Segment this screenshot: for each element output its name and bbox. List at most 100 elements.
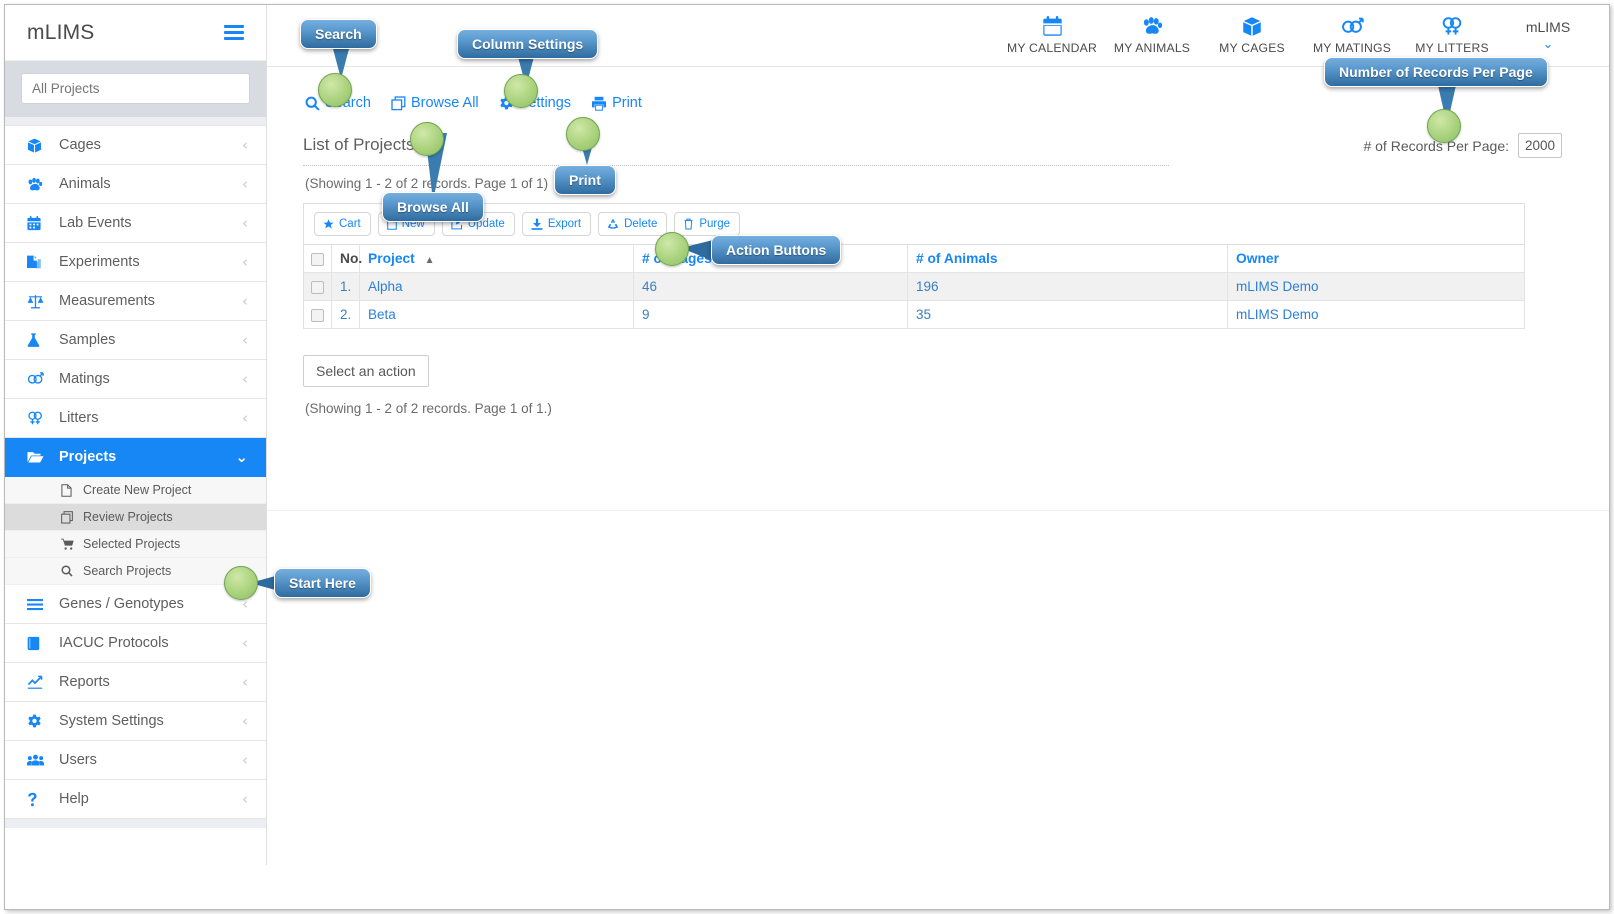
records-per-page-input[interactable]: [1518, 133, 1562, 158]
sidebar-strip: [5, 117, 266, 125]
sidebar-item-users[interactable]: Users ‹: [5, 741, 266, 780]
row-owner-link[interactable]: mLIMS Demo: [1227, 272, 1525, 301]
row-animals-link[interactable]: 196: [907, 272, 1228, 301]
sidebar-item-matings[interactable]: Matings ‹: [5, 360, 266, 399]
sidebar-item-animals[interactable]: Animals ‹: [5, 165, 266, 204]
sidebar-item-iacuc-protocols[interactable]: IACUC Protocols ‹: [5, 624, 266, 663]
toolbar-browse-all-label: Browse All: [410, 95, 479, 111]
chevron-down-icon: ⌄: [1542, 36, 1554, 51]
sidebar-subitem-label: Search Projects: [83, 564, 172, 578]
sidebar-nav: Cages ‹ Animals ‹ Lab Events ‹ Experimen…: [5, 125, 266, 819]
sidebar-subitem-label: Review Projects: [83, 510, 173, 524]
toolbar-browse-all-link[interactable]: Browse All: [391, 95, 479, 111]
chevron-left-icon: ‹: [242, 672, 248, 691]
search-icon: [305, 96, 320, 111]
chevron-left-icon: ‹: [242, 711, 248, 730]
toolbar-print-link[interactable]: Print: [591, 95, 642, 111]
copy-icon: [391, 95, 406, 111]
sidebar-item-label: Users: [59, 752, 97, 768]
toolbar-print-label: Print: [612, 95, 642, 111]
venus-double-icon: [27, 410, 51, 426]
action-button-label: Delete: [624, 218, 658, 230]
flask-doc-icon: [27, 254, 51, 270]
row-cages-link[interactable]: 46: [633, 272, 908, 301]
sidebar-item-reports[interactable]: Reports ‹: [5, 663, 266, 702]
chevron-down-icon: ⌄: [235, 447, 248, 466]
chevron-left-icon: ‹: [242, 291, 248, 310]
sidebar-item-samples[interactable]: Samples ‹: [5, 321, 266, 360]
select-all-checkbox[interactable]: [311, 252, 324, 266]
callout-action-buttons: Action Buttons: [711, 235, 842, 265]
showing-summary-bottom: (Showing 1 - 2 of 2 records. Page 1 of 1…: [305, 401, 552, 416]
row-checkbox[interactable]: [311, 308, 324, 322]
cart-button[interactable]: Cart: [314, 212, 371, 236]
callout-start-here: Start Here: [274, 568, 371, 598]
sidebar-subitem-label: Selected Projects: [83, 537, 181, 551]
select-action-dropdown[interactable]: Select an action: [303, 355, 429, 387]
export-button[interactable]: Export: [521, 212, 592, 236]
sidebar-item-label: Samples: [59, 332, 116, 348]
callout-print: Print: [554, 165, 616, 195]
sidebar-subitem-selected-projects[interactable]: Selected Projects: [5, 531, 266, 558]
search-icon: [61, 565, 81, 577]
table-row[interactable]: 1. Alpha 46 196 mLIMS Demo: [303, 272, 1525, 301]
topnav-item-label: MY CALENDAR: [1006, 41, 1098, 55]
sidebar-item-help[interactable]: Help ‹: [5, 780, 266, 819]
callout-dot-action-buttons: [655, 232, 689, 266]
sidebar: mLIMS Cages ‹ Animals ‹ Lab Events ‹: [5, 5, 267, 865]
row-select-cell: [303, 272, 332, 301]
user-menu[interactable]: mLIMS ⌄: [1502, 5, 1594, 52]
sidebar-item-system-settings[interactable]: System Settings ‹: [5, 702, 266, 741]
column-header-label: Project: [368, 251, 415, 266]
records-per-page-group: # of Records Per Page:: [1363, 133, 1562, 158]
search-input[interactable]: [21, 73, 250, 104]
callout-search: Search: [300, 19, 377, 49]
sidebar-item-lab-events[interactable]: Lab Events ‹: [5, 204, 266, 243]
row-cages-link[interactable]: 9: [633, 300, 908, 329]
sidebar-item-label: IACUC Protocols: [59, 635, 169, 651]
purge-button[interactable]: Purge: [674, 212, 741, 236]
topnav-item-label: MY ANIMALS: [1113, 41, 1191, 55]
row-checkbox[interactable]: [311, 280, 324, 294]
sidebar-item-label: Litters: [59, 410, 99, 426]
delete-button[interactable]: Delete: [598, 212, 668, 236]
row-project-link[interactable]: Alpha: [359, 272, 634, 301]
topnav-item-my-litters[interactable]: MY LITTERS: [1402, 5, 1502, 55]
topnav-item-my-cages[interactable]: MY CAGES: [1202, 5, 1302, 55]
row-select-cell: [303, 300, 332, 329]
column-header-no[interactable]: No.: [331, 244, 362, 273]
callout-dot-start-here: [224, 566, 258, 600]
action-button-label: Cart: [339, 218, 361, 230]
row-animals-link[interactable]: 35: [907, 300, 1228, 329]
topnav-item-my-animals[interactable]: MY ANIMALS: [1102, 5, 1202, 55]
chevron-left-icon: ‹: [242, 174, 248, 193]
callout-dot-print: [566, 117, 600, 151]
callout-browse-all: Browse All: [382, 192, 484, 222]
topnav-item-my-matings[interactable]: MY MATINGS: [1302, 5, 1402, 55]
row-project-link[interactable]: Beta: [359, 300, 634, 329]
table-row[interactable]: 2. Beta 9 35 mLIMS Demo: [303, 300, 1525, 329]
sidebar-item-label: Matings: [59, 371, 110, 387]
sidebar-subitem-create-new-project[interactable]: Create New Project: [5, 477, 266, 504]
sidebar-item-cages[interactable]: Cages ‹: [5, 126, 266, 165]
flask-icon: [27, 332, 51, 348]
mars-venus-icon: [27, 371, 51, 387]
sidebar-item-experiments[interactable]: Experiments ‹: [5, 243, 266, 282]
action-buttons-bar: Cart New Update Export Delete Purge: [303, 203, 1525, 244]
column-header-owner[interactable]: Owner: [1227, 244, 1525, 273]
sidebar-item-litters[interactable]: Litters ‹: [5, 399, 266, 438]
chevron-left-icon: ‹: [242, 330, 248, 349]
chevron-left-icon: ‹: [242, 369, 248, 388]
sidebar-item-label: System Settings: [59, 713, 164, 729]
sidebar-item-measurements[interactable]: Measurements ‹: [5, 282, 266, 321]
column-header-project[interactable]: Project ▲: [359, 244, 634, 273]
topnav-item-my-calendar[interactable]: MY CALENDAR: [1002, 5, 1102, 55]
sidebar-item-label: Measurements: [59, 293, 155, 309]
folder-open-icon: [27, 450, 51, 464]
sidebar-item-projects[interactable]: Projects ⌄: [5, 438, 266, 477]
column-header-animals[interactable]: # of Animals: [907, 244, 1228, 273]
action-button-label: Purge: [699, 218, 731, 230]
hamburger-icon[interactable]: [224, 21, 244, 43]
row-owner-link[interactable]: mLIMS Demo: [1227, 300, 1525, 329]
sidebar-subitem-review-projects[interactable]: Review Projects: [5, 504, 266, 531]
